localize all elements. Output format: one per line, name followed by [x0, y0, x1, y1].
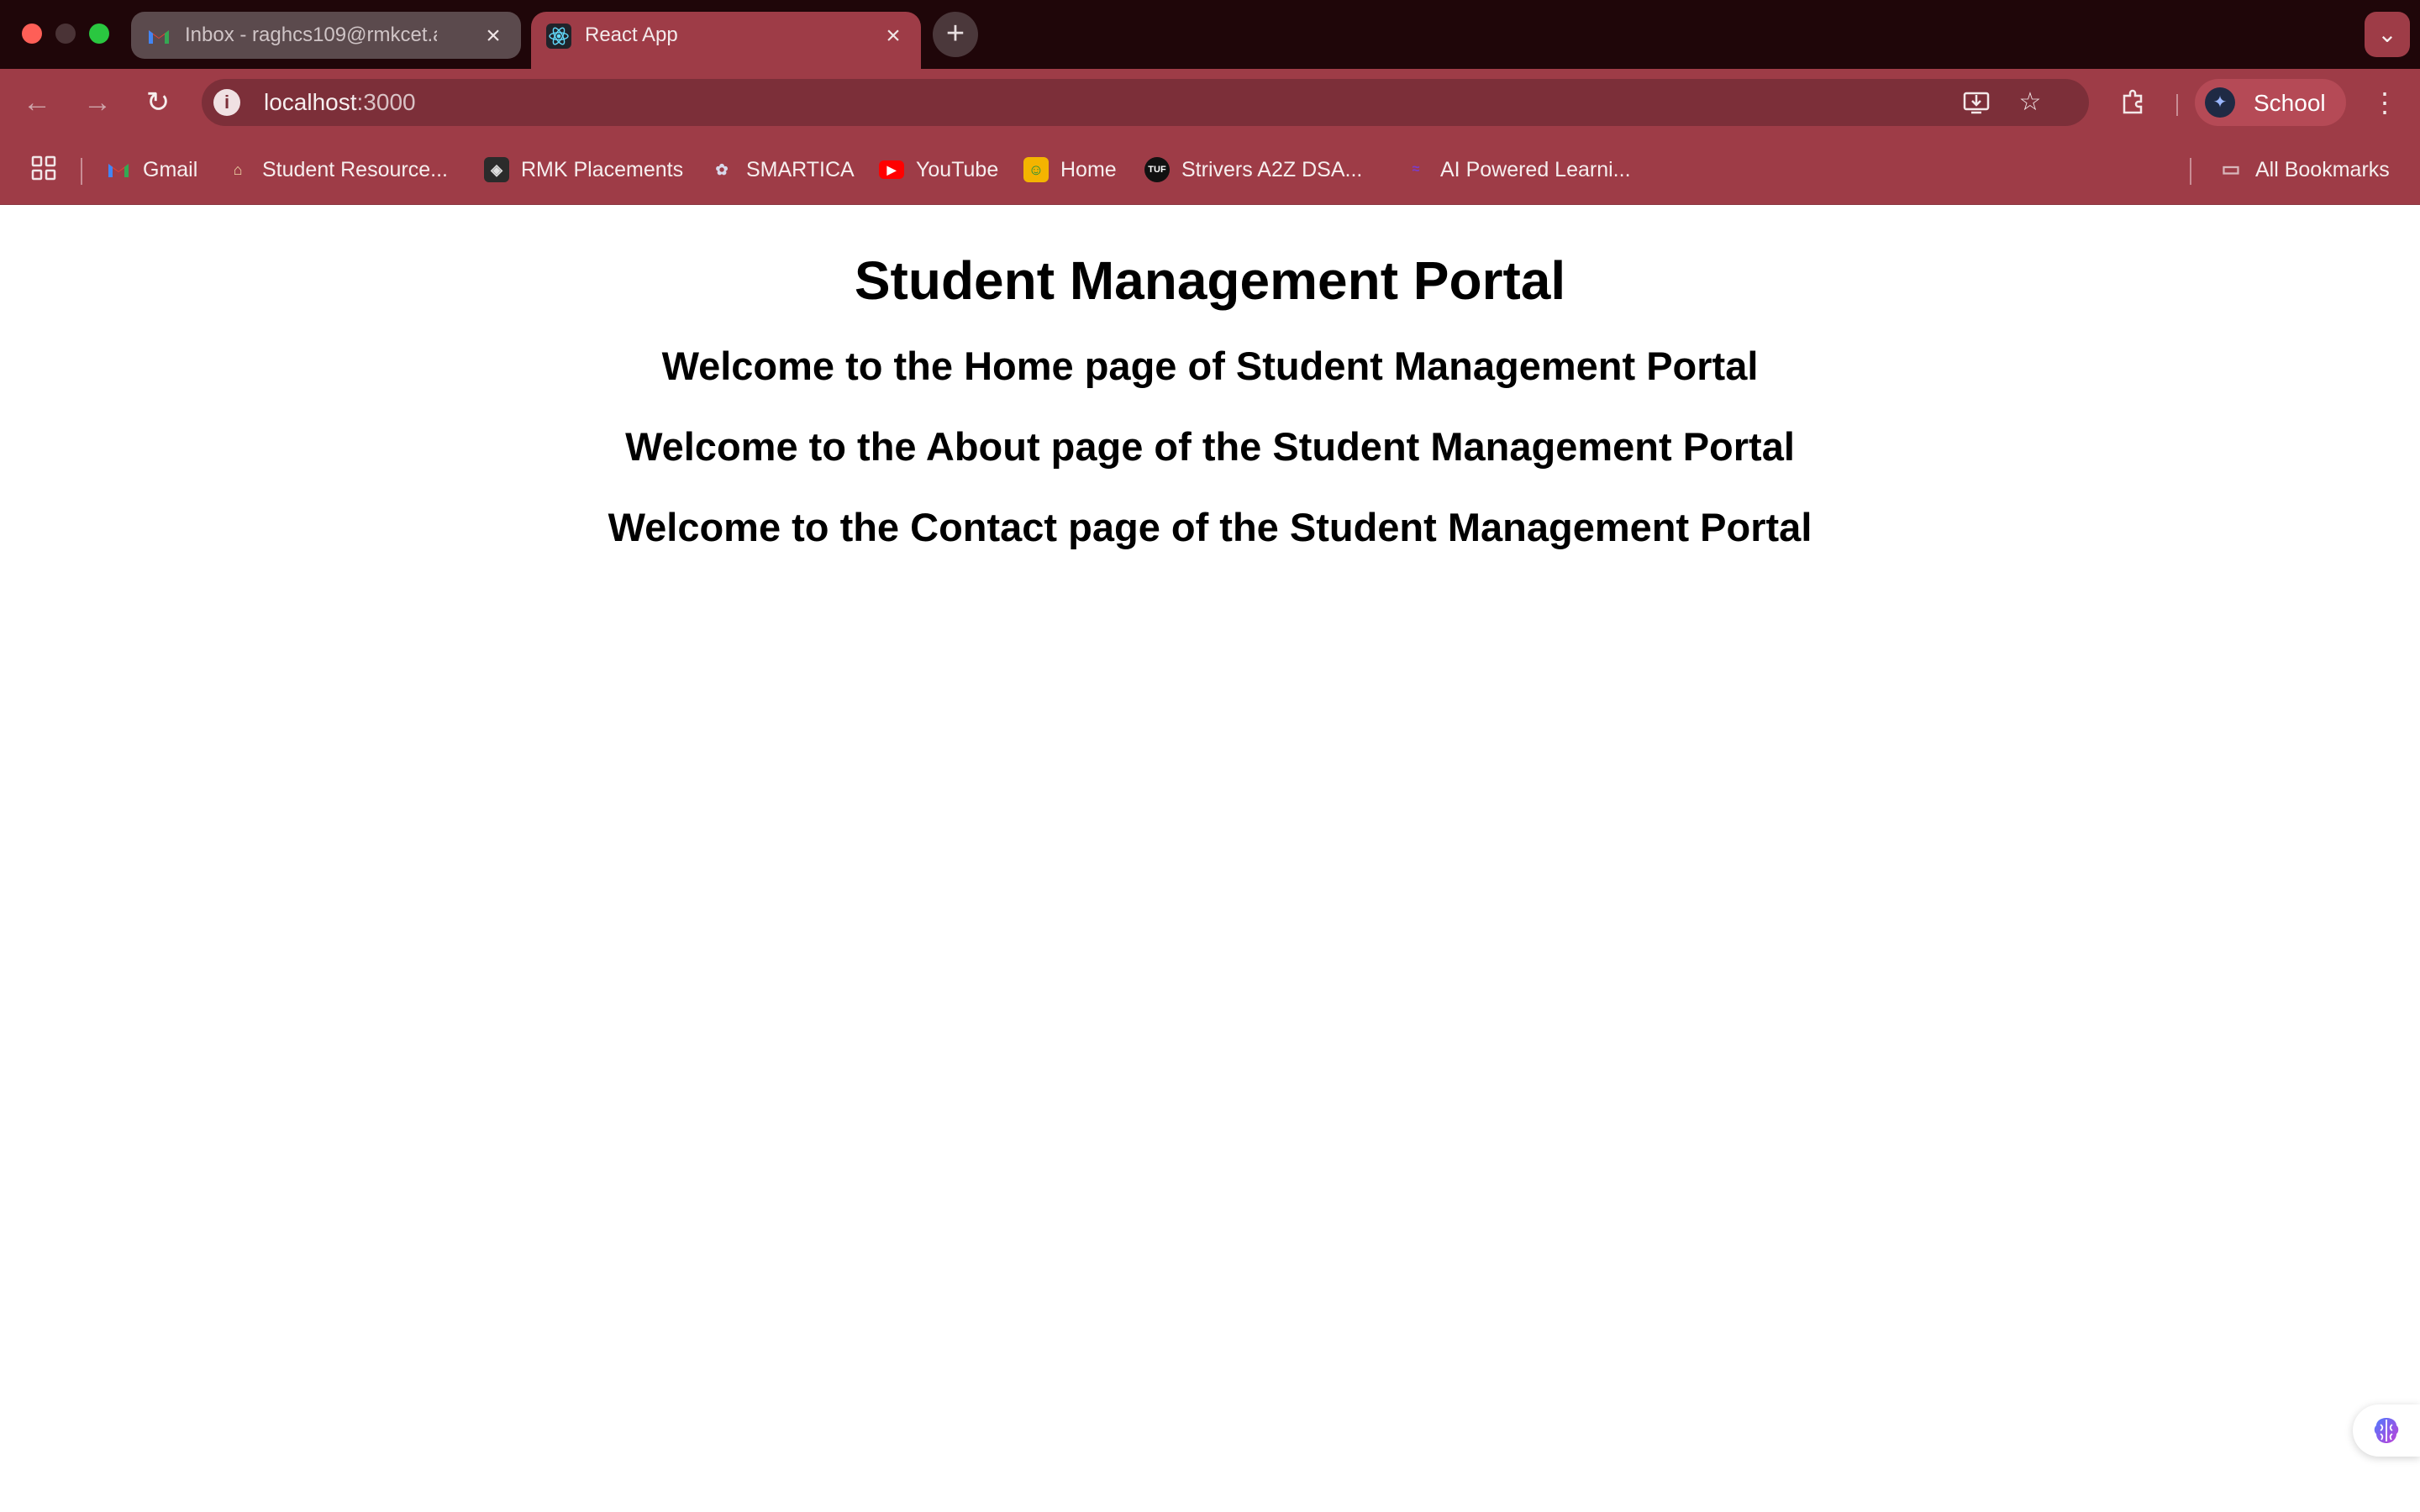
all-bookmarks-label: All Bookmarks [2255, 157, 2390, 181]
window-close-button[interactable] [22, 24, 42, 44]
bookmark-ai-learning[interactable]: ≈ AI Powered Learni... [1403, 151, 1631, 188]
bookmark-rmk-placements[interactable]: ◈ RMK Placements [484, 151, 683, 188]
bookmark-label: YouTube [916, 157, 999, 181]
bookmark-label: SMARTICA [746, 157, 855, 181]
tuf-icon: TUF [1144, 157, 1170, 182]
youtube-icon: ▶ [879, 160, 904, 179]
reload-icon[interactable]: ↻ [141, 86, 175, 119]
folder-icon: ▭ [2221, 158, 2241, 181]
new-tab-button[interactable]: + [933, 12, 978, 57]
tab-strip: Inbox - raghcs109@rmkcet.ac.in × React A… [0, 0, 2420, 69]
bookmark-label: RMK Placements [521, 157, 684, 181]
bookmark-label: Home [1060, 157, 1117, 181]
react-icon [546, 24, 571, 49]
profile-button[interactable]: ✦ School [2195, 79, 2346, 126]
kebab-menu-icon[interactable]: ⋮ [2370, 86, 2400, 119]
address-bar[interactable]: i localhost:3000 ☆ [202, 79, 2089, 126]
bookmark-label: Strivers A2Z DSA... [1181, 157, 1363, 181]
extensions-icon[interactable] [2118, 87, 2148, 118]
bookmark-smartica[interactable]: ✿ SMARTICA [709, 151, 855, 188]
tab-search-button[interactable]: ⌄ [2365, 12, 2410, 57]
smartica-icon: ✿ [715, 161, 729, 178]
back-icon[interactable]: ← [20, 86, 54, 119]
building-icon: ⌂ [233, 161, 243, 178]
about-heading: Welcome to the About page of the Student… [625, 424, 1795, 469]
window-minimize-button[interactable] [55, 24, 76, 44]
bookmark-youtube[interactable]: ▶ YouTube [879, 151, 998, 188]
brain-icon [2374, 1418, 2399, 1443]
bookmark-home[interactable]: ☺ Home [1023, 151, 1117, 188]
assistant-widget-button[interactable] [2353, 1404, 2420, 1457]
all-bookmarks-button[interactable]: ▭ All Bookmarks [2218, 151, 2390, 188]
classroom-icon: ☺ [1023, 157, 1049, 182]
bookmarks-bar: Gmail ⌂ Student Resource... ◈ RMK Placem… [0, 136, 2420, 205]
bookmark-label: Gmail [143, 157, 198, 181]
bookmark-label: AI Powered Learni... [1440, 157, 1631, 181]
ai-icon: ≈ [1412, 162, 1420, 176]
bookmark-student-resource[interactable]: ⌂ Student Resource... [225, 151, 448, 188]
home-heading: Welcome to the Home page of Student Mana… [661, 344, 1759, 388]
tab-title: React App [585, 24, 678, 46]
bookmark-strivers[interactable]: TUF Strivers A2Z DSA... [1144, 151, 1362, 188]
close-icon[interactable]: × [881, 24, 906, 49]
url-host: localhost [264, 89, 357, 115]
page-title: Student Management Portal [854, 250, 1566, 311]
profile-name: School [2254, 90, 2326, 116]
bookmark-label: Student Resource... [262, 157, 448, 181]
bookmarks-divider [81, 158, 82, 185]
tab-title: Inbox - raghcs109@rmkcet.ac.in [185, 24, 437, 46]
toolbar-divider [2176, 94, 2178, 116]
tab-react-app[interactable]: React App × [531, 12, 921, 69]
install-app-icon[interactable] [1961, 87, 1991, 118]
url-port: :3000 [356, 89, 416, 115]
window-maximize-button[interactable] [89, 24, 109, 44]
site-info-icon[interactable]: i [213, 89, 240, 116]
page-content: Student Management Portal Welcome to the… [0, 205, 2420, 1512]
contact-heading: Welcome to the Contact page of the Stude… [608, 505, 1812, 549]
profile-avatar: ✦ [2205, 87, 2235, 118]
apps-grid-icon[interactable] [29, 155, 59, 185]
close-icon[interactable]: × [481, 24, 506, 49]
url-text[interactable]: localhost:3000 [264, 88, 416, 117]
gmail-icon [149, 30, 169, 44]
gmail-icon [108, 164, 129, 177]
bookmark-gmail[interactable]: Gmail [106, 151, 197, 188]
rmk-logo-icon: ◈ [484, 157, 509, 182]
tab-inbox[interactable]: Inbox - raghcs109@rmkcet.ac.in × [131, 12, 521, 59]
forward-icon[interactable]: → [81, 86, 114, 119]
browser-toolbar: ← → ↻ i localhost:3000 ☆ ✦ School ⋮ [0, 69, 2420, 136]
bookmarks-divider [2190, 158, 2191, 185]
bookmark-star-icon[interactable]: ☆ [2015, 87, 2045, 118]
